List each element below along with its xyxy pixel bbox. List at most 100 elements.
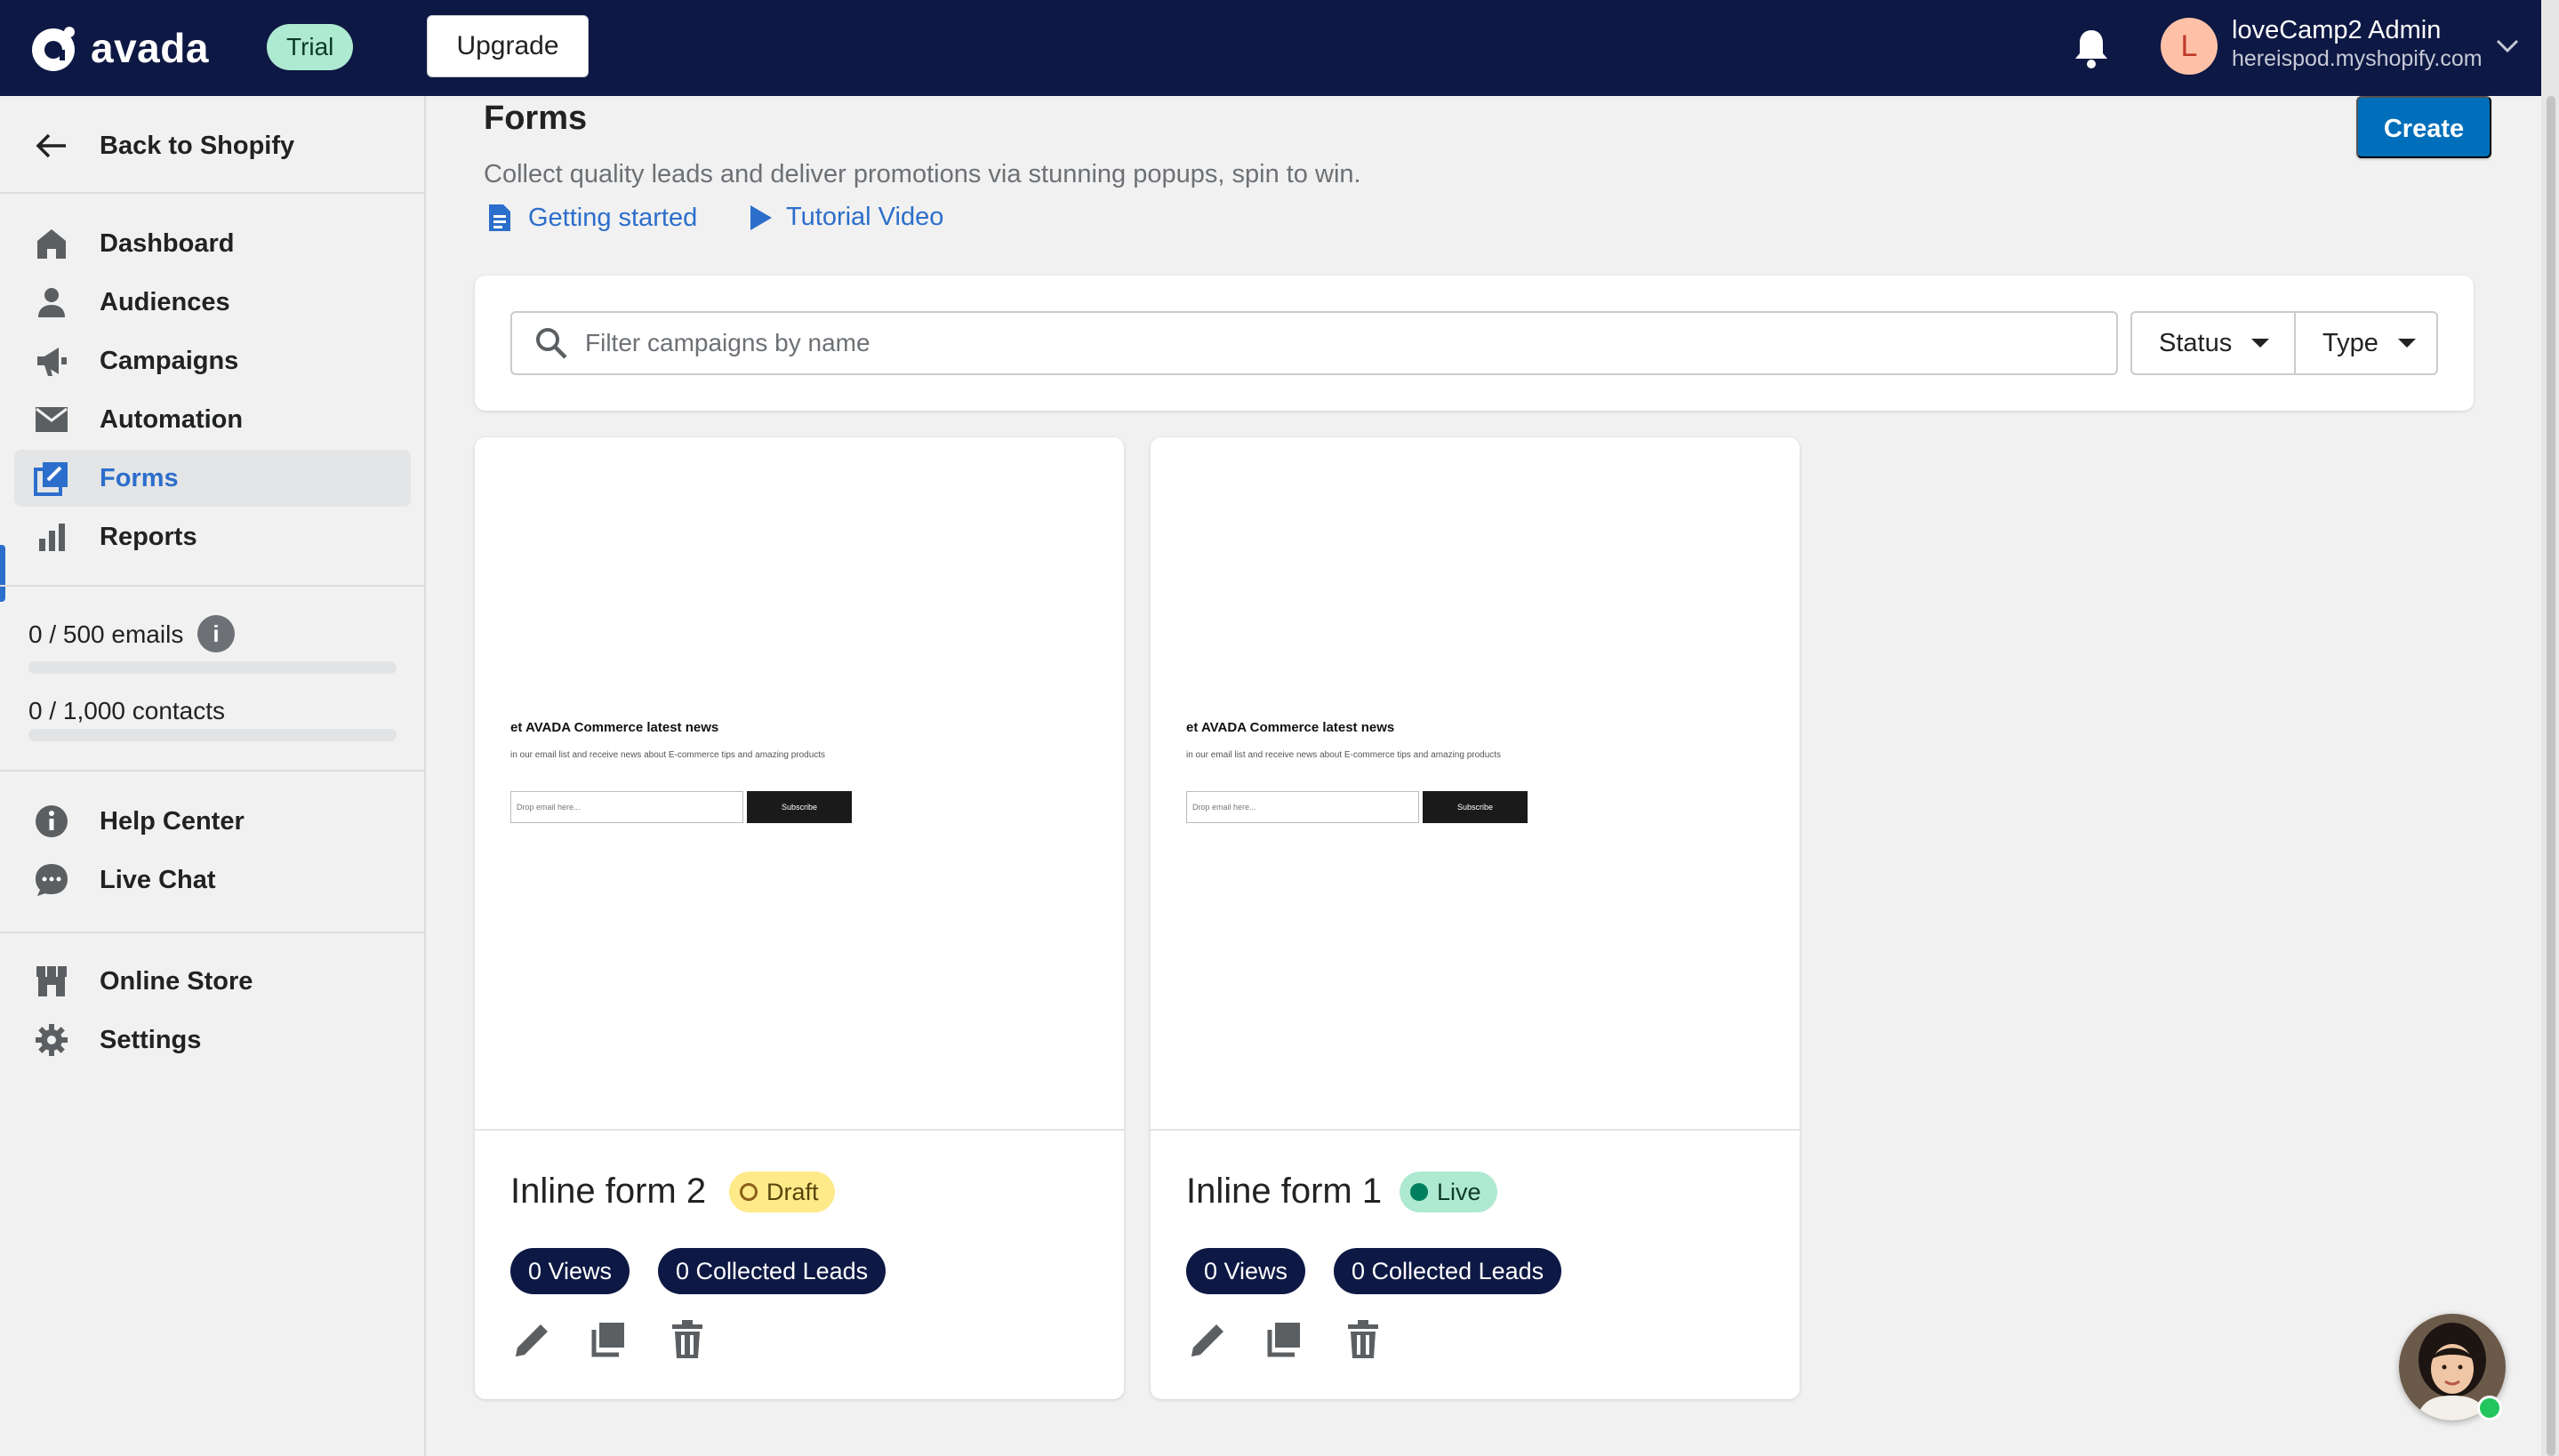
divider [0, 770, 424, 772]
sidebar-item-label: Settings [100, 1025, 202, 1054]
status-dot [740, 1183, 758, 1201]
chat-icon [32, 860, 71, 900]
sidebar-item-live-chat[interactable]: Live Chat [14, 852, 411, 908]
upgrade-button[interactable]: Upgrade [427, 15, 589, 77]
form-name: Inline form 1 [1186, 1172, 1383, 1211]
emails-usage-bar [28, 661, 397, 674]
megaphone-icon [32, 341, 71, 380]
caret-down-icon [2397, 339, 2416, 348]
forms-icon [32, 459, 71, 498]
caret-down-icon [2251, 339, 2270, 348]
user-shop: hereispod.myshopify.com [2232, 46, 2483, 71]
sidebar-item-help-center[interactable]: Help Center [14, 793, 411, 850]
form-preview[interactable]: et AVADA Commerce latest news in our ema… [475, 437, 1124, 1131]
status-label: Draft [766, 1178, 819, 1205]
active-indicator [0, 545, 5, 602]
sidebar-item-settings[interactable]: Settings [14, 1012, 411, 1068]
sidebar-item-audiences[interactable]: Audiences [14, 274, 411, 331]
avada-logo-icon [32, 27, 75, 71]
info-icon [32, 802, 71, 841]
duplicate-icon[interactable] [587, 1317, 631, 1362]
top-bar: avada Trial Upgrade L loveCamp2 Admin he… [0, 0, 2559, 96]
sidebar-item-label: Live Chat [100, 865, 216, 894]
form-preview[interactable]: et AVADA Commerce latest news in our ema… [1151, 437, 1800, 1131]
search-input[interactable] [585, 329, 2008, 357]
form-card[interactable]: et AVADA Commerce latest news in our ema… [475, 437, 1124, 1399]
status-filter-label: Status [2159, 328, 2233, 357]
contacts-usage-bar [28, 729, 397, 741]
sidebar-item-label: Reports [100, 522, 197, 551]
preview-title: et AVADA Commerce latest news [1186, 720, 1395, 735]
filter-card: Status Type [475, 276, 2474, 411]
getting-started-label: Getting started [528, 203, 698, 232]
gear-icon [32, 1020, 71, 1060]
sidebar-item-label: Automation [100, 404, 244, 434]
user-avatar[interactable]: L [2161, 18, 2218, 75]
divider [0, 932, 424, 933]
emails-usage-label: 0 / 500 emails [28, 620, 184, 648]
emails-info-icon[interactable]: i [197, 615, 235, 652]
sidebar-item-label: Campaigns [100, 346, 239, 375]
sidebar-item-reports[interactable]: Reports [14, 508, 411, 565]
divider [0, 192, 424, 194]
envelope-icon [32, 400, 71, 439]
preview-email-input: Drop email here... [510, 791, 743, 823]
sidebar-item-label: Audiences [100, 287, 230, 316]
user-name[interactable]: loveCamp2 Admin [2232, 16, 2441, 45]
search-icon [536, 328, 567, 359]
form-card[interactable]: et AVADA Commerce latest news in our ema… [1151, 437, 1800, 1399]
online-status-dot [2477, 1396, 2502, 1420]
sidebar-item-dashboard[interactable]: Dashboard [14, 215, 411, 272]
duplicate-icon[interactable] [1263, 1317, 1307, 1362]
status-filter-button[interactable]: Status [2130, 311, 2296, 375]
leads-pill: 0 Collected Leads [658, 1248, 886, 1294]
preview-email-input: Drop email here... [1186, 791, 1419, 823]
delete-icon[interactable] [665, 1317, 710, 1362]
status-badge: Live [1400, 1172, 1497, 1212]
create-button[interactable]: Create [2356, 96, 2491, 158]
views-pill: 0 Views [510, 1248, 630, 1294]
preview-subscribe-button: Subscribe [747, 791, 852, 823]
scrollbar-thumb[interactable] [2547, 96, 2555, 1456]
views-pill: 0 Views [1186, 1248, 1306, 1294]
chevron-down-icon[interactable] [2495, 37, 2520, 55]
logo-text: avada [91, 25, 209, 71]
sidebar-item-online-store[interactable]: Online Store [14, 953, 411, 1010]
leads-pill: 0 Collected Leads [1334, 1248, 1562, 1294]
bell-icon[interactable] [2072, 27, 2111, 69]
back-to-shopify[interactable]: Back to Shopify [14, 117, 411, 174]
bar-chart-icon [32, 517, 71, 556]
preview-description: in our email list and receive news about… [510, 750, 826, 760]
edit-icon[interactable] [1186, 1317, 1231, 1362]
status-label: Live [1437, 1178, 1481, 1205]
getting-started-link[interactable]: Getting started [487, 203, 697, 233]
preview-subscribe-button: Subscribe [1423, 791, 1528, 823]
status-dot [1410, 1183, 1428, 1201]
preview-title: et AVADA Commerce latest news [510, 720, 719, 735]
sidebar-item-forms[interactable]: Forms [14, 450, 411, 507]
delete-icon[interactable] [1341, 1317, 1385, 1362]
sidebar-item-label: Online Store [100, 966, 253, 996]
preview-description: in our email list and receive news about… [1186, 750, 1502, 760]
tutorial-video-label: Tutorial Video [786, 203, 944, 231]
document-icon [489, 204, 510, 231]
sidebar-item-automation[interactable]: Automation [14, 391, 411, 448]
sidebar-item-campaigns[interactable]: Campaigns [14, 332, 411, 389]
sidebar-item-label: Dashboard [100, 228, 235, 258]
divider [0, 585, 424, 587]
page-title: Forms [484, 100, 588, 137]
type-filter-button[interactable]: Type [2294, 311, 2438, 375]
trial-badge: Trial [267, 24, 354, 70]
arrow-left-icon [32, 126, 71, 165]
sidebar-item-label: Help Center [100, 806, 245, 836]
back-label: Back to Shopify [100, 131, 295, 160]
sidebar-item-label: Forms [100, 463, 179, 492]
form-name: Inline form 2 [510, 1172, 707, 1211]
tutorial-video-link[interactable]: Tutorial Video [749, 203, 943, 232]
type-filter-label: Type [2322, 328, 2379, 357]
search-box[interactable] [510, 311, 2118, 375]
edit-icon[interactable] [510, 1317, 555, 1362]
sidebar: Back to Shopify Dashboard Audiences Camp… [0, 96, 426, 1456]
avada-logo[interactable]: avada [27, 21, 209, 75]
home-icon [32, 224, 71, 263]
